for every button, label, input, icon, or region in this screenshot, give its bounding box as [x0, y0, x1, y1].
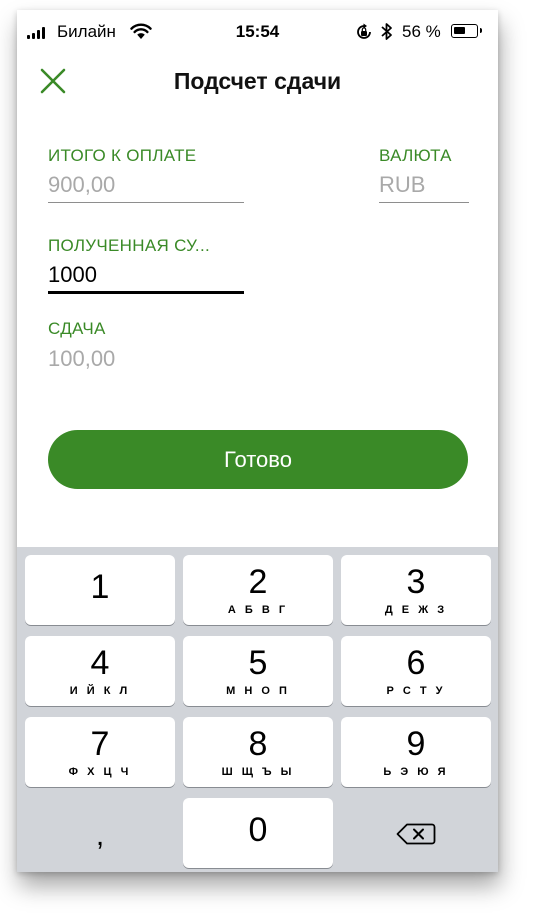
orientation-lock-icon: [357, 23, 371, 39]
received-input[interactable]: 1000: [48, 262, 97, 288]
key-letters: М Н О П: [226, 685, 290, 697]
key-2[interactable]: 2 А Б В Г: [183, 555, 333, 625]
currency-label: ВАЛЮТА: [379, 146, 452, 165]
phone-screen: Билайн 15:54 56 % Подсчет сдачи ИТОГО К …: [17, 10, 498, 872]
currency-value[interactable]: RUB: [379, 172, 425, 198]
key-digit: 9: [406, 725, 426, 763]
key-digit: 7: [90, 725, 110, 763]
total-underline: [48, 202, 244, 203]
key-digit: 8: [248, 725, 268, 763]
key-digit: ,: [95, 819, 105, 852]
key-letters: Д Е Ж З: [384, 604, 448, 616]
key-letters: И Й К Л: [69, 685, 131, 697]
key-digit: 4: [90, 644, 110, 682]
key-5[interactable]: 5 М Н О П: [183, 636, 333, 706]
key-4[interactable]: 4 И Й К Л: [25, 636, 175, 706]
key-3[interactable]: 3 Д Е Ж З: [341, 555, 491, 625]
key-7[interactable]: 7 Ф Х Ц Ч: [25, 717, 175, 787]
key-digit: 3: [406, 563, 426, 601]
bluetooth-icon: [381, 23, 392, 40]
backspace-icon: [396, 823, 436, 845]
key-letters: Р С Т У: [386, 685, 446, 697]
key-digit: 2: [248, 563, 268, 601]
key-comma[interactable]: ,: [25, 798, 175, 868]
done-button[interactable]: Готово: [48, 430, 468, 489]
page-title: Подсчет сдачи: [173, 68, 342, 94]
key-letters: Ш Щ Ъ Ы: [221, 766, 295, 778]
key-0[interactable]: 0: [183, 798, 333, 868]
key-6[interactable]: 6 Р С Т У: [341, 636, 491, 706]
key-digit: 5: [248, 644, 268, 682]
status-bar: Билайн 15:54 56 %: [17, 10, 498, 54]
received-label: ПОЛУЧЕННАЯ СУ...: [48, 236, 210, 255]
battery-icon: [451, 24, 482, 38]
key-1[interactable]: 1: [25, 555, 175, 625]
received-underline: [48, 291, 244, 294]
total-value: 900,00: [48, 172, 116, 197]
change-label: СДАЧА: [48, 319, 106, 338]
key-letters: Ь Э Ю Я: [383, 766, 449, 778]
key-digit: 6: [406, 644, 426, 682]
change-value: 100,00: [48, 346, 116, 371]
key-9[interactable]: 9 Ь Э Ю Я: [341, 717, 491, 787]
key-8[interactable]: 8 Ш Щ Ъ Ы: [183, 717, 333, 787]
battery-fill: [454, 27, 466, 34]
battery-percent: 56 %: [402, 22, 441, 41]
key-digit: 1: [90, 568, 110, 606]
numeric-keyboard: 1 2 А Б В Г 3 Д Е Ж З 4 И Й К Л 5 М Н О …: [17, 547, 498, 872]
key-letters: Ф Х Ц Ч: [68, 766, 132, 778]
key-letters: А Б В Г: [227, 604, 289, 616]
currency-underline: [379, 202, 469, 203]
key-delete[interactable]: [341, 798, 491, 868]
key-digit: 0: [248, 811, 268, 849]
total-label: ИТОГО К ОПЛАТЕ: [48, 146, 197, 165]
